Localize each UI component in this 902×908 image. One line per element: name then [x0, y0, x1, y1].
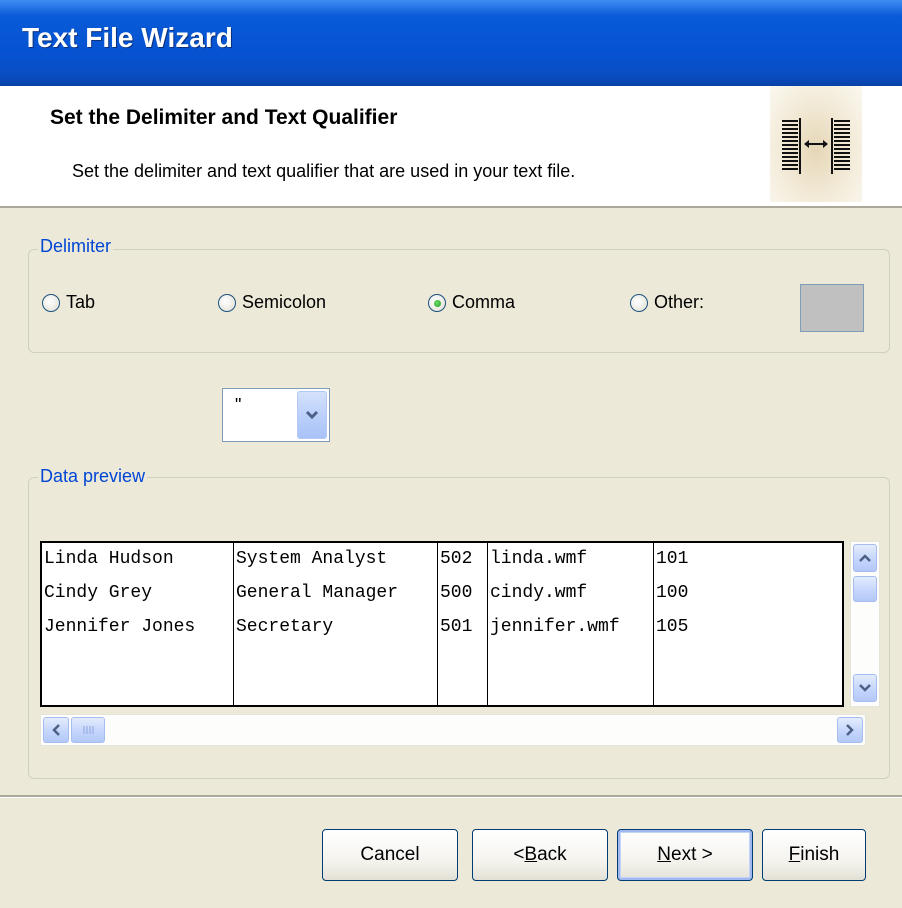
footer-divider	[0, 795, 902, 798]
grid-cell: cindy.wmf	[490, 583, 588, 603]
back-button[interactable]: < Back	[472, 829, 608, 881]
radio-other[interactable]: Other:	[630, 292, 704, 313]
vertical-scrollbar[interactable]	[850, 541, 880, 707]
grid-cell: 105	[656, 617, 689, 637]
radio-other-label: Other:	[654, 292, 705, 312]
column-split-icon	[770, 86, 862, 202]
grid-cell: jennifer.wmf	[490, 617, 620, 637]
cancel-button[interactable]: Cancel	[322, 829, 458, 881]
dropdown-button[interactable]	[297, 391, 327, 439]
delimiter-legend: Delimiter	[38, 236, 114, 257]
radio-comma[interactable]: Comma	[428, 292, 515, 313]
grid-cell: System Analyst	[236, 549, 388, 569]
radio-circle	[42, 293, 60, 312]
grid-cell: General Manager	[236, 583, 399, 603]
scroll-up-button[interactable]	[853, 544, 877, 572]
grid-cell: Linda Hudson	[44, 549, 174, 569]
next-button[interactable]: Next >	[617, 829, 753, 881]
chevron-right-icon	[846, 724, 854, 736]
radio-semicolon-label: Semicolon	[242, 292, 327, 312]
wizard-header: Set the Delimiter and Text Qualifier Set…	[0, 86, 902, 206]
scroll-right-button[interactable]	[837, 717, 863, 743]
grid-cell: Cindy Grey	[44, 583, 153, 603]
chevron-down-icon	[859, 684, 871, 692]
text-qualifier-value: "	[235, 395, 242, 415]
radio-tab-label: Tab	[66, 292, 96, 312]
page-title: Set the Delimiter and Text Qualifier	[50, 106, 398, 129]
page-subtitle: Set the delimiter and text qualifier tha…	[72, 161, 576, 181]
radio-circle-selected	[428, 293, 446, 312]
chevron-up-icon	[859, 554, 871, 562]
text-qualifier-select[interactable]: "	[222, 388, 330, 442]
radio-semicolon[interactable]: Semicolon	[218, 292, 326, 313]
scroll-down-button[interactable]	[853, 674, 877, 702]
radio-circle	[218, 293, 236, 312]
grid-cell: 500	[440, 583, 473, 603]
other-delimiter-input[interactable]	[800, 284, 864, 332]
radio-circle	[630, 293, 648, 312]
radio-tab[interactable]: Tab	[42, 292, 95, 313]
grid-cell: 100	[656, 583, 689, 603]
grid-cell: 502	[440, 549, 473, 569]
scroll-left-button[interactable]	[43, 717, 69, 743]
radio-selected-dot	[434, 299, 441, 307]
data-preview-legend: Data preview	[38, 466, 148, 487]
data-preview-grid[interactable]: Linda Hudson System Analyst 502 linda.wm…	[40, 541, 844, 707]
title-bar: Text File Wizard	[0, 0, 902, 86]
scroll-thumb[interactable]	[71, 717, 105, 743]
grid-cell: linda.wmf	[490, 549, 588, 569]
grid-cell: Secretary	[236, 617, 334, 637]
scroll-thumb[interactable]	[853, 576, 877, 602]
grid-cell: 101	[656, 549, 689, 569]
radio-comma-label: Comma	[452, 292, 516, 312]
chevron-down-icon	[305, 410, 319, 420]
grid-cell: Jennifer Jones	[44, 617, 196, 637]
chevron-left-icon	[52, 724, 60, 736]
grip-icon	[83, 726, 94, 734]
grid-cell: 501	[440, 617, 473, 637]
finish-button[interactable]: Finish	[762, 829, 866, 881]
window-title: Text File Wizard	[22, 22, 233, 53]
header-divider	[0, 206, 902, 208]
horizontal-scrollbar[interactable]	[40, 714, 866, 746]
